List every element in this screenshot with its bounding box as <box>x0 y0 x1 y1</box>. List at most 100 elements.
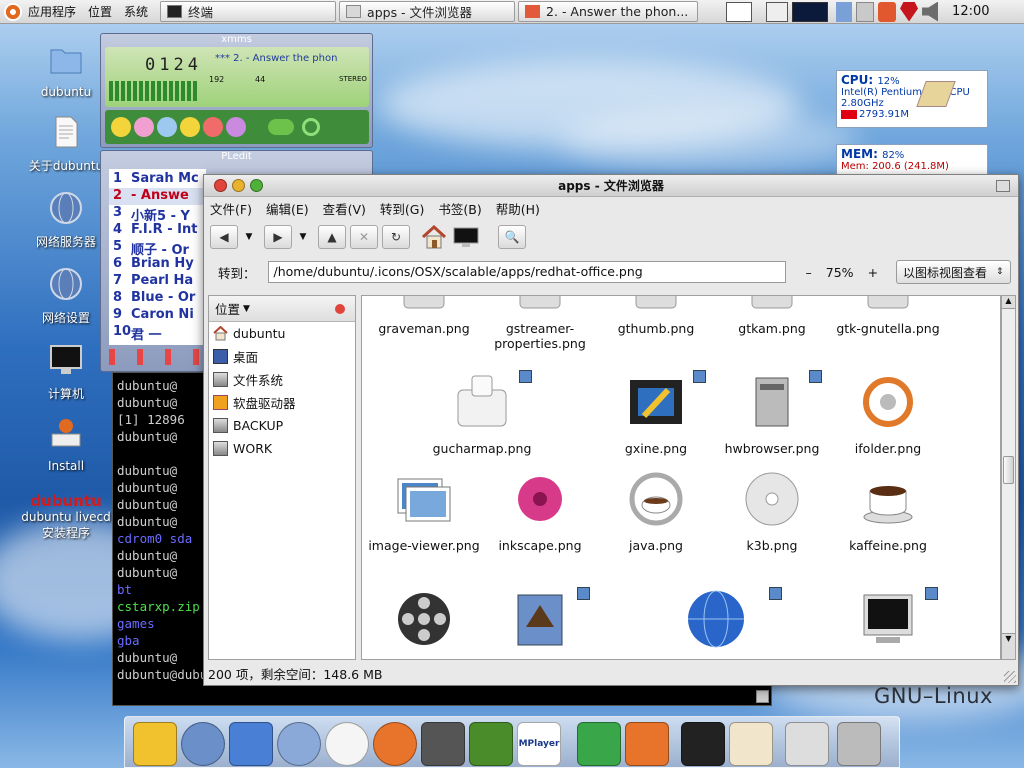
file-icon[interactable]: kaffeine.png <box>830 467 946 553</box>
sidebar-item-filesystem[interactable]: 文件系统 <box>209 368 355 391</box>
menu-view[interactable]: 查看(V) <box>323 199 366 218</box>
xmms-player[interactable]: xmms 0124 *** 2. - Answer the phon 192 4… <box>100 33 373 148</box>
repeat-button[interactable] <box>302 118 320 136</box>
file-icon[interactable]: konqueror.png <box>658 587 782 659</box>
music-icon[interactable] <box>577 722 621 766</box>
sidebar-item-home[interactable]: dubuntu <box>209 322 355 345</box>
zoom-level[interactable]: 75% <box>826 265 854 280</box>
shuffle-button[interactable] <box>268 119 294 135</box>
menu-edit[interactable]: 编辑(E) <box>266 199 309 218</box>
maximize-button[interactable] <box>250 179 263 192</box>
chat-icon[interactable] <box>229 722 273 766</box>
mplayer-icon[interactable]: MPlayer <box>517 722 561 766</box>
menu-bookmarks[interactable]: 书签(B) <box>438 199 481 218</box>
up-button[interactable]: ▲ <box>318 225 346 249</box>
menu-system[interactable]: 系统 <box>118 0 154 24</box>
app-icon[interactable] <box>625 722 669 766</box>
show-desktop-icon[interactable] <box>726 1 753 22</box>
forward-history-dropdown[interactable]: ▼ <box>296 232 310 242</box>
view-mode-select[interactable]: 以图标视图查看 ⇕ <box>896 260 1012 284</box>
home-icon[interactable] <box>729 722 773 766</box>
workspace-switcher-icon[interactable] <box>766 1 789 22</box>
task-file-browser[interactable]: apps - 文件浏览器 <box>339 1 516 22</box>
file-icon[interactable]: gtk-gnutella.png <box>830 296 946 336</box>
scroll-thumb[interactable] <box>1003 456 1014 484</box>
file-icon[interactable]: inkscape.png <box>482 467 598 553</box>
menu-go[interactable]: 转到(G) <box>380 199 424 218</box>
menu-help[interactable]: 帮助(H) <box>496 199 540 218</box>
playlist-row[interactable]: 7 Pearl Ha <box>109 273 206 290</box>
file-icon[interactable]: konsole.png <box>830 587 946 659</box>
computer-button[interactable] <box>452 225 480 249</box>
file-icon[interactable]: gthumb.png <box>598 296 714 336</box>
resize-grip-icon[interactable] <box>1004 671 1016 683</box>
next-button[interactable] <box>203 117 223 137</box>
playlist-row[interactable]: 8 Blue - Or <box>109 290 206 307</box>
eject-button[interactable] <box>226 117 246 137</box>
network-tray-icon[interactable] <box>836 1 853 22</box>
volume-tray-icon[interactable] <box>922 1 939 22</box>
network-icon[interactable] <box>277 722 321 766</box>
home-button[interactable] <box>420 225 448 249</box>
at-icon[interactable] <box>785 722 829 766</box>
office-icon[interactable] <box>133 722 177 766</box>
sidebar-close-icon[interactable] <box>335 304 345 314</box>
book-icon[interactable] <box>469 722 513 766</box>
sidebar-item-work[interactable]: WORK <box>209 437 355 460</box>
window-titlebar[interactable]: apps - 文件浏览器 <box>204 175 1018 197</box>
file-icon[interactable]: graveman.png <box>366 296 482 336</box>
scroll-down-button[interactable]: ▼ <box>1002 633 1015 659</box>
ruby-tray-icon[interactable] <box>900 1 919 22</box>
gimp-icon[interactable] <box>421 722 465 766</box>
sidebar-item-backup[interactable]: BACKUP <box>209 414 355 437</box>
collapse-window-icon[interactable] <box>996 180 1010 192</box>
pause-button[interactable] <box>157 117 177 137</box>
file-icon[interactable]: hwbrowser.png <box>714 370 830 456</box>
location-input[interactable]: /home/dubuntu/.icons/OSX/scalable/apps/r… <box>267 261 786 283</box>
stop-button[interactable]: ✕ <box>350 225 378 249</box>
file-icon[interactable]: java.png <box>598 467 714 553</box>
plugin-tray-icon[interactable] <box>856 1 875 22</box>
playlist-row[interactable]: 3 小新5 - Y <box>109 205 206 222</box>
vertical-scrollbar[interactable]: ▲ ▼ <box>1001 295 1016 660</box>
sidebar-item-floppy[interactable]: 软盘驱动器 <box>209 391 355 414</box>
file-icon[interactable]: gucharmap.png <box>424 370 540 456</box>
desktop-icon-livecd-installer[interactable]: dubuntu dubuntu livecd安装程序 <box>18 492 114 541</box>
back-history-dropdown[interactable]: ▼ <box>242 232 256 242</box>
minimize-button[interactable] <box>232 179 245 192</box>
playlist-row[interactable]: 6 Brian Hy <box>109 256 206 273</box>
scroll-up-button[interactable]: ▲ <box>1002 296 1015 309</box>
sidebar-item-desktop[interactable]: 桌面 <box>209 345 355 368</box>
file-icon[interactable]: kino.png <box>366 587 482 659</box>
playlist-row[interactable]: 5 顺子 - Or <box>109 239 206 256</box>
desktop-icon-install[interactable]: Install <box>18 416 114 473</box>
menu-applications[interactable]: 应用程序 <box>22 0 82 24</box>
close-button[interactable] <box>214 179 227 192</box>
stop-button[interactable] <box>180 117 200 137</box>
flower-icon[interactable] <box>325 722 369 766</box>
terminal-scroll-down-button[interactable] <box>756 690 769 703</box>
menu-places[interactable]: 位置 <box>82 0 118 24</box>
zoom-in-button[interactable]: + <box>868 265 878 280</box>
trash-icon[interactable] <box>837 722 881 766</box>
playlist-row[interactable]: 9 Caron Ni <box>109 307 206 324</box>
forward-button[interactable]: ▶ <box>264 225 292 249</box>
prev-button[interactable] <box>111 117 131 137</box>
file-icon[interactable]: gstreamer-properties.png <box>482 296 598 351</box>
playlist-row[interactable]: 10 君 一 <box>109 324 206 341</box>
back-button[interactable]: ◀ <box>210 225 238 249</box>
sidebar-header[interactable]: 位置 ▼ <box>209 296 355 322</box>
playlist-row[interactable]: 1 Sarah Mc <box>109 171 206 188</box>
play-button[interactable] <box>134 117 154 137</box>
search-button[interactable]: 🔍 <box>498 225 526 249</box>
task-xmms[interactable]: 2. - Answer the phon... <box>518 1 699 22</box>
playlist-row-current[interactable]: 2- Answe <box>109 188 206 205</box>
terminal-icon[interactable] <box>681 722 725 766</box>
playlist-row[interactable]: 4 F.I.R - Int <box>109 222 206 239</box>
zoom-out-button[interactable]: – <box>806 265 812 280</box>
clock[interactable]: 12:00 <box>952 4 989 19</box>
file-icon[interactable]: gxine.png <box>598 370 714 456</box>
file-icon[interactable]: image-viewer.png <box>366 467 482 553</box>
task-terminal[interactable]: 终端 <box>160 1 337 22</box>
ubuntu-logo-icon[interactable] <box>4 2 22 21</box>
